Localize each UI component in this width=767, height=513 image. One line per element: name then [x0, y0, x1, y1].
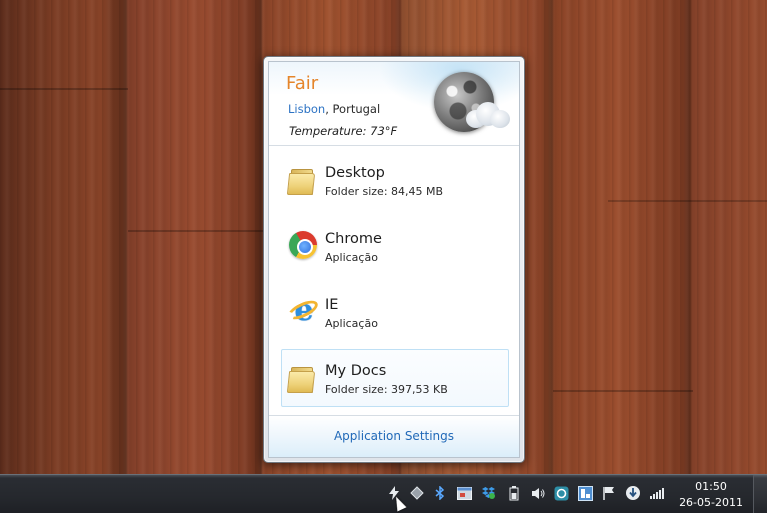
item-name: Desktop	[325, 165, 385, 181]
weather-location: Lisbon, Portugal	[288, 102, 380, 116]
folder-icon	[286, 361, 319, 393]
clock-time: 01:50	[695, 480, 727, 493]
chrome-icon	[287, 229, 319, 261]
item-subtitle: Aplicação	[325, 251, 378, 264]
diamond-icon[interactable]	[409, 485, 425, 501]
folder-icon	[286, 163, 319, 195]
volume-icon[interactable]	[530, 485, 546, 501]
weather-country: , Portugal	[325, 102, 381, 116]
app-launcher-popup: Fair Lisbon, Portugal Temperature: 73°F …	[263, 56, 525, 463]
sync-icon[interactable]	[553, 485, 569, 501]
application-settings-link[interactable]: Application Settings	[269, 429, 519, 443]
ie-icon: e	[285, 295, 321, 327]
weather-panel: Fair Lisbon, Portugal Temperature: 73°F	[269, 62, 519, 146]
item-subtitle: Folder size: 397,53 KB	[325, 383, 448, 396]
launcher-item-my-docs[interactable]: My Docs Folder size: 397,53 KB	[281, 349, 509, 407]
weather-city-link[interactable]: Lisbon	[288, 102, 325, 116]
item-name: Chrome	[325, 231, 382, 247]
show-desktop-button[interactable]	[753, 475, 767, 513]
launcher-item-desktop[interactable]: Desktop Folder size: 84,45 MB	[281, 151, 509, 209]
weather-condition: Fair	[286, 73, 319, 94]
flag-icon[interactable]	[601, 485, 617, 501]
item-name: My Docs	[325, 363, 387, 379]
popup-content: Fair Lisbon, Portugal Temperature: 73°F …	[268, 61, 520, 458]
window-icon[interactable]	[456, 485, 472, 501]
dropbox-icon[interactable]	[480, 485, 496, 501]
system-clock[interactable]: 01:50 26-05-2011	[679, 479, 743, 511]
popup-footer: Application Settings	[269, 415, 519, 457]
item-subtitle: Folder size: 84,45 MB	[325, 185, 444, 198]
item-name: IE	[325, 297, 339, 313]
weather-temperature: Temperature: 73°F	[289, 124, 398, 138]
clock-date: 26-05-2011	[679, 496, 743, 509]
cloud-icon	[464, 98, 512, 130]
download-icon[interactable]	[625, 485, 641, 501]
taskbar: 01:50 26-05-2011	[0, 474, 767, 513]
item-subtitle: Aplicação	[325, 317, 378, 330]
signal-icon[interactable]	[649, 485, 665, 501]
launcher-item-chrome[interactable]: Chrome Aplicação	[281, 217, 509, 275]
app-icon[interactable]	[577, 485, 593, 501]
battery-icon[interactable]	[506, 485, 522, 501]
launcher-item-ie[interactable]: e IE Aplicação	[281, 283, 509, 341]
bluetooth-icon[interactable]	[432, 485, 448, 501]
